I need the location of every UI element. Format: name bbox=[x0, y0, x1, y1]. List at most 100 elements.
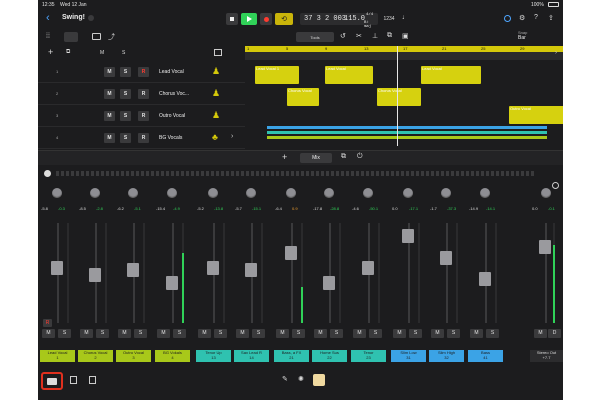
track-name[interactable]: Chorus Voc... bbox=[159, 91, 189, 97]
channel-name-block[interactable]: Stereo Out +7.7 bbox=[530, 350, 563, 362]
track-settings-icon[interactable] bbox=[214, 49, 222, 56]
cycle-button[interactable]: ⟲ bbox=[275, 13, 293, 25]
track-row-bg-vocals[interactable]: 4 M S R BG Vocals ♣ › bbox=[38, 128, 245, 149]
channel-name-block[interactable]: Tenor 23 bbox=[351, 350, 386, 362]
channel-name-block[interactable]: Sax Lead R 14 bbox=[234, 350, 269, 362]
pan-knob[interactable] bbox=[441, 188, 451, 198]
playhead[interactable] bbox=[397, 46, 398, 146]
track-solo-button[interactable]: S bbox=[120, 133, 131, 143]
solo-button[interactable]: S bbox=[96, 329, 109, 338]
scissors-icon[interactable]: ✂ bbox=[356, 32, 362, 40]
track-record-button[interactable]: R bbox=[138, 133, 149, 143]
solo-button[interactable]: S bbox=[369, 329, 382, 338]
settings-icon[interactable]: ⚙ bbox=[519, 14, 525, 22]
channel-name-block[interactable]: Outro Vocal 3 bbox=[116, 350, 151, 362]
solo-button[interactable]: S bbox=[486, 329, 499, 338]
mute-button[interactable]: M bbox=[314, 329, 327, 338]
track-solo-button[interactable]: S bbox=[120, 89, 131, 99]
vocal-instrument-icon[interactable]: ♟ bbox=[212, 88, 220, 99]
track-record-button[interactable]: R bbox=[138, 111, 149, 121]
region-outro-vocal[interactable]: Outro Vocal bbox=[509, 106, 563, 124]
track-row-chorus-vocal[interactable]: 2 M S R Chorus Voc... ♟ bbox=[38, 84, 245, 105]
metronome-icon[interactable]: ♩ bbox=[402, 14, 409, 21]
volume-fader[interactable] bbox=[51, 260, 63, 275]
track-solo-button[interactable]: S bbox=[120, 67, 131, 77]
add-channel-icon[interactable]: + bbox=[282, 152, 287, 162]
mix-view-button[interactable]: Mix bbox=[300, 153, 332, 163]
track-name[interactable]: Outro Vocal bbox=[159, 113, 185, 119]
mute-button[interactable]: M bbox=[198, 329, 211, 338]
track-solo-button[interactable]: S bbox=[120, 111, 131, 121]
solo-button[interactable]: S bbox=[173, 329, 186, 338]
project-title[interactable]: Swing! bbox=[62, 14, 85, 21]
loop-browser-icon[interactable] bbox=[504, 15, 511, 22]
help-icon[interactable]: ? bbox=[534, 14, 538, 21]
glue-icon[interactable]: ⊥ bbox=[372, 32, 378, 40]
ruler-chevron-icon[interactable]: › bbox=[555, 50, 557, 56]
add-track-icon[interactable]: + bbox=[48, 47, 53, 57]
pan-knob[interactable] bbox=[167, 188, 177, 198]
dim-button[interactable]: D bbox=[548, 329, 561, 338]
record-button[interactable] bbox=[260, 13, 272, 25]
browser-icon[interactable] bbox=[92, 33, 101, 40]
channel-name-block[interactable]: Bass 41 bbox=[468, 350, 503, 362]
loop-tool-icon[interactable]: ↺ bbox=[340, 32, 346, 40]
volume-fader[interactable] bbox=[323, 276, 335, 291]
pan-knob[interactable] bbox=[246, 188, 256, 198]
bg-vocals-region-strip-2[interactable] bbox=[267, 131, 547, 134]
keyboard-icon[interactable] bbox=[313, 374, 325, 386]
pan-knob[interactable] bbox=[541, 188, 551, 198]
bg-vocals-region-strip-1[interactable] bbox=[267, 126, 547, 129]
solo-button[interactable]: S bbox=[409, 329, 422, 338]
pan-knob[interactable] bbox=[90, 188, 100, 198]
volume-fader[interactable] bbox=[89, 267, 101, 282]
volume-fader[interactable] bbox=[245, 263, 257, 278]
track-mute-button[interactable]: M bbox=[104, 133, 115, 143]
duplicate-icon[interactable]: ⧉ bbox=[341, 153, 346, 161]
solo-button[interactable]: S bbox=[447, 329, 460, 338]
region-lead-vocal-3[interactable]: Lead Vocal bbox=[421, 66, 481, 84]
mute-button[interactable]: M bbox=[431, 329, 444, 338]
timeline-ruler[interactable]: 1 5 9 13 17 21 25 29 › bbox=[245, 46, 563, 60]
volume-fader[interactable] bbox=[402, 229, 414, 244]
lcd-display[interactable]: 37 3 2 003 115.0 4/4 B♭ maj bbox=[300, 13, 378, 29]
track-name[interactable]: BG Vocals bbox=[159, 135, 182, 141]
region-lead-vocal-2[interactable]: Lead Vocal bbox=[325, 66, 373, 84]
mute-button[interactable]: M bbox=[534, 329, 547, 338]
track-stack-icon[interactable]: ♣ bbox=[212, 132, 218, 142]
mute-button[interactable]: M bbox=[80, 329, 93, 338]
channel-name-block[interactable]: Chorus Vocal 2 bbox=[78, 350, 113, 362]
track-record-button[interactable]: R bbox=[138, 67, 149, 77]
disclosure-chevron-icon[interactable]: › bbox=[231, 133, 233, 140]
solo-button[interactable]: S bbox=[214, 329, 227, 338]
play-button[interactable] bbox=[241, 13, 257, 25]
duplicate-track-icon[interactable]: ⧉ bbox=[66, 49, 70, 56]
volume-fader[interactable] bbox=[285, 246, 297, 261]
pan-knob[interactable] bbox=[403, 188, 413, 198]
back-chevron-icon[interactable]: ‹ bbox=[46, 12, 50, 24]
count-in-button[interactable]: 1234 bbox=[382, 14, 396, 24]
share-icon[interactable]: ⇪ bbox=[548, 14, 554, 22]
volume-fader[interactable] bbox=[207, 260, 219, 275]
track-row-lead-vocal[interactable]: 1 M S R Lead Vocal ♟ bbox=[38, 62, 245, 83]
channel-name-block[interactable]: Slim High 32 bbox=[429, 350, 464, 362]
smart-controls-icon[interactable]: ✺ bbox=[298, 375, 304, 383]
pan-knob[interactable] bbox=[52, 188, 62, 198]
channel-name-block[interactable]: Home Sus 22 bbox=[312, 350, 347, 362]
channel-name-block[interactable]: Slim Low 31 bbox=[391, 350, 426, 362]
copy-icon[interactable]: ⧉ bbox=[387, 32, 392, 40]
volume-fader[interactable] bbox=[539, 240, 551, 255]
volume-fader[interactable] bbox=[479, 272, 491, 287]
channel-name-block[interactable]: Tenor Up 13 bbox=[196, 350, 231, 362]
track-mute-button[interactable]: M bbox=[104, 67, 115, 77]
solo-button[interactable]: S bbox=[58, 329, 71, 338]
tracks-view-icon[interactable] bbox=[64, 32, 78, 42]
bg-vocals-region-strip-3[interactable] bbox=[267, 136, 547, 139]
pan-knob[interactable] bbox=[208, 188, 218, 198]
snap-value[interactable]: Bar bbox=[518, 35, 526, 41]
track-mute-button[interactable]: M bbox=[104, 111, 115, 121]
plugin-slot-grid[interactable] bbox=[56, 171, 536, 176]
library-icon[interactable] bbox=[70, 376, 77, 384]
solo-button[interactable]: S bbox=[252, 329, 265, 338]
channel-name-block[interactable]: Bass, a FX 21 bbox=[274, 350, 309, 362]
